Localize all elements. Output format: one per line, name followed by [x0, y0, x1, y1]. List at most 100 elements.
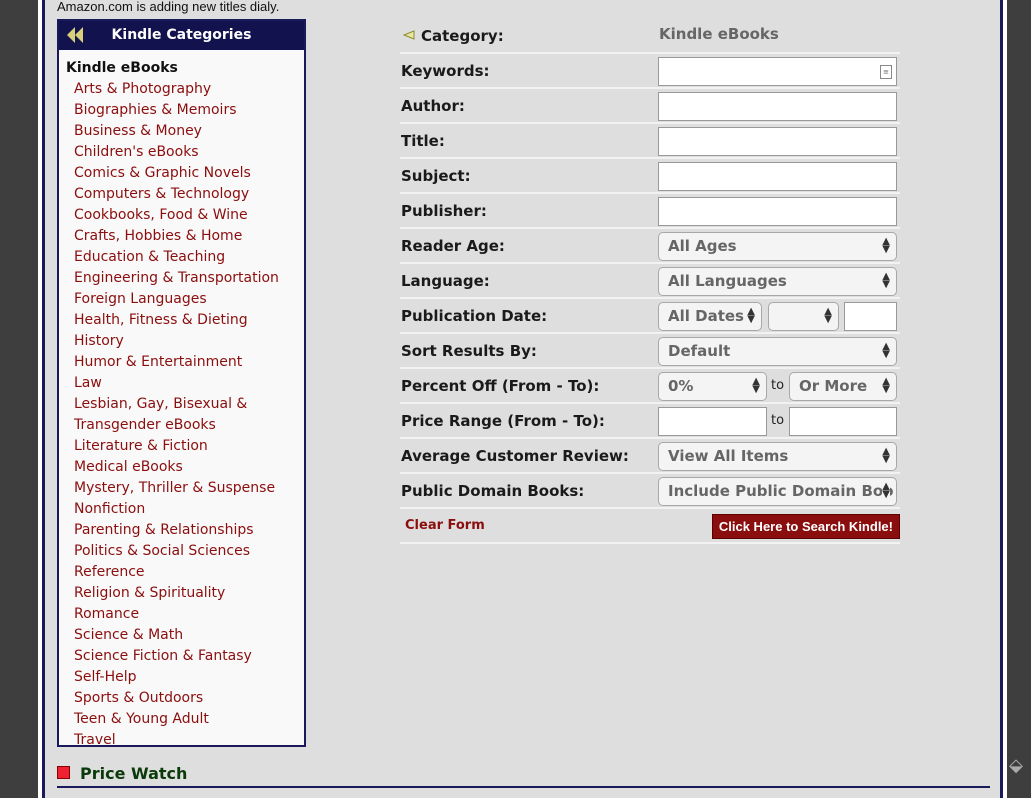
sidebar-category-link[interactable]: Engineering & Transportation	[59, 268, 304, 289]
sidebar-category-link[interactable]: Computers & Technology	[59, 184, 304, 205]
sidebar-category-link[interactable]: Self-Help	[59, 667, 304, 688]
sidebar-category-link[interactable]: Crafts, Hobbies & Home	[59, 226, 304, 247]
sidebar-category-link[interactable]: Teen & Young Adult	[59, 709, 304, 730]
row-author: Author:	[400, 89, 900, 124]
price-to-input[interactable]	[789, 407, 897, 436]
reader-age-select[interactable]: All Ages ▲ ▼	[658, 232, 897, 261]
publication-date-value: All Dates	[668, 307, 744, 325]
publication-date-input[interactable]	[844, 302, 897, 331]
public-domain-select[interactable]: Include Public Domain Boo ▲ ▼	[658, 477, 897, 506]
sidebar-category-link[interactable]: Arts & Photography	[59, 79, 304, 100]
sidebar-category-link[interactable]: Science & Math	[59, 625, 304, 646]
sidebar-category-link[interactable]: Foreign Languages	[59, 289, 304, 310]
category-label: Category:	[421, 27, 504, 45]
content-area: Amazon.com is adding new titles dialy. K…	[38, 0, 1007, 798]
keywords-input[interactable]: ≡	[658, 57, 897, 86]
row-subject: Subject:	[400, 159, 900, 194]
search-kindle-button[interactable]: Click Here to Search Kindle!	[711, 514, 900, 539]
sidebar-category-link[interactable]: Politics & Social Sciences	[59, 541, 304, 562]
sidebar-category-link[interactable]: Health, Fitness & Dieting	[59, 310, 304, 331]
publication-date-label: Publication Date:	[401, 307, 548, 325]
sidebar-category-link[interactable]: Nonfiction	[59, 499, 304, 520]
percent-off-label: Percent Off (From - To):	[401, 377, 600, 395]
price-watch-icon	[57, 766, 70, 779]
row-actions: Clear Form Click Here to Search Kindle!	[400, 509, 900, 544]
back-arrows-icon[interactable]	[65, 26, 85, 44]
author-input[interactable]	[658, 92, 897, 121]
top-note: Amazon.com is adding new titles dialy.	[57, 0, 280, 14]
content-panel: Amazon.com is adding new titles dialy. K…	[42, 0, 1003, 798]
sidebar-category-link[interactable]: Reference	[59, 562, 304, 583]
sidebar-section-title: Kindle eBooks	[66, 60, 178, 76]
reader-age-value: All Ages	[668, 237, 737, 255]
public-domain-label: Public Domain Books:	[401, 482, 585, 500]
row-keywords: Keywords: ≡	[400, 54, 900, 89]
sidebar-category-link[interactable]: Romance	[59, 604, 304, 625]
category-list: Kindle eBooks Arts & Photography Biograph…	[59, 50, 304, 751]
sidebar-title: Kindle Categories	[111, 27, 252, 43]
row-language: Language: All Languages ▲ ▼	[400, 264, 900, 299]
percent-to-value: Or More	[799, 377, 868, 395]
row-percent-off: Percent Off (From - To): 0% ▲ ▼ to Or Mor…	[400, 369, 900, 404]
right-gutter	[1007, 0, 1031, 798]
row-publication-date: Publication Date: All Dates ▲ ▼ ▲ ▼	[400, 299, 900, 334]
updown-icon: ▲ ▼	[882, 376, 890, 395]
category-value: Kindle eBooks	[659, 25, 779, 43]
sidebar-category-link[interactable]: Sports & Outdoors	[59, 688, 304, 709]
clear-form-link[interactable]: Clear Form	[405, 518, 485, 533]
sidebar-category-link[interactable]: Education & Teaching	[59, 247, 304, 268]
left-gutter	[0, 0, 38, 798]
sidebar-category-link[interactable]: Business & Money	[59, 121, 304, 142]
sidebar-category-link[interactable]: Comics & Graphic Novels	[59, 163, 304, 184]
resize-corner-icon: ⬙	[1009, 755, 1023, 776]
updown-icon: ▲ ▼	[747, 306, 755, 325]
sidebar-category-link[interactable]: Cookbooks, Food & Wine	[59, 205, 304, 226]
updown-icon: ▲ ▼	[752, 376, 760, 395]
sidebar-category-link[interactable]: Medical eBooks	[59, 457, 304, 478]
price-from-input[interactable]	[658, 407, 767, 436]
sidebar-category-link[interactable]: Law	[59, 373, 304, 394]
to-text: to	[771, 413, 785, 428]
percent-from-value: 0%	[668, 377, 694, 395]
publication-date-select[interactable]: All Dates ▲ ▼	[658, 302, 762, 331]
row-title: Title:	[400, 124, 900, 159]
sidebar-category-link[interactable]: Biographies & Memoirs	[59, 100, 304, 121]
sidebar-category-link[interactable]: Religion & Spirituality	[59, 583, 304, 604]
publisher-input[interactable]	[658, 197, 897, 226]
sidebar-category-link[interactable]: Science Fiction & Fantasy	[59, 646, 304, 667]
sidebar-category-link[interactable]: Parenting & Relationships	[59, 520, 304, 541]
sidebar-category-link[interactable]: Literature & Fiction	[59, 436, 304, 457]
sort-value: Default	[668, 342, 731, 360]
sort-select[interactable]: Default ▲ ▼	[658, 337, 897, 366]
sidebar-category-link[interactable]: History	[59, 331, 304, 352]
language-select[interactable]: All Languages ▲ ▼	[658, 267, 897, 296]
updown-icon: ▲ ▼	[882, 271, 890, 290]
search-form: Category: Kindle eBooks Keywords: ≡ Auth…	[400, 19, 900, 544]
publication-date-year-select[interactable]: ▲ ▼	[768, 302, 839, 331]
price-watch-title: Price Watch	[80, 764, 188, 783]
sidebar-category-link[interactable]: Travel	[59, 730, 304, 751]
review-label: Average Customer Review:	[401, 447, 629, 465]
review-select[interactable]: View All Items ▲ ▼	[658, 442, 897, 471]
sidebar-category-link[interactable]: Lesbian, Gay, Bisexual & Transgender eBo…	[59, 394, 249, 436]
title-label: Title:	[401, 132, 445, 150]
row-category: Category: Kindle eBooks	[400, 19, 900, 54]
contact-card-icon: ≡	[880, 65, 892, 79]
row-sort: Sort Results By: Default ▲ ▼	[400, 334, 900, 369]
sidebar-category-link[interactable]: Children's eBooks	[59, 142, 304, 163]
sidebar-category-link[interactable]: Mystery, Thriller & Suspense	[59, 478, 304, 499]
sidebar-category-link[interactable]: Humor & Entertainment	[59, 352, 304, 373]
public-domain-value: Include Public Domain Boo	[668, 482, 894, 500]
kindle-categories-sidebar: Kindle Categories Kindle eBooks Arts & P…	[57, 19, 306, 748]
publisher-label: Publisher:	[401, 202, 487, 220]
row-public-domain: Public Domain Books: Include Public Doma…	[400, 474, 900, 509]
subject-label: Subject:	[401, 167, 471, 185]
row-review: Average Customer Review: View All Items …	[400, 439, 900, 474]
updown-icon: ▲ ▼	[824, 306, 832, 325]
title-input[interactable]	[658, 127, 897, 156]
subject-input[interactable]	[658, 162, 897, 191]
percent-to-select[interactable]: Or More ▲ ▼	[789, 372, 897, 401]
sort-label: Sort Results By:	[401, 342, 537, 360]
percent-from-select[interactable]: 0% ▲ ▼	[658, 372, 767, 401]
language-label: Language:	[401, 272, 490, 290]
